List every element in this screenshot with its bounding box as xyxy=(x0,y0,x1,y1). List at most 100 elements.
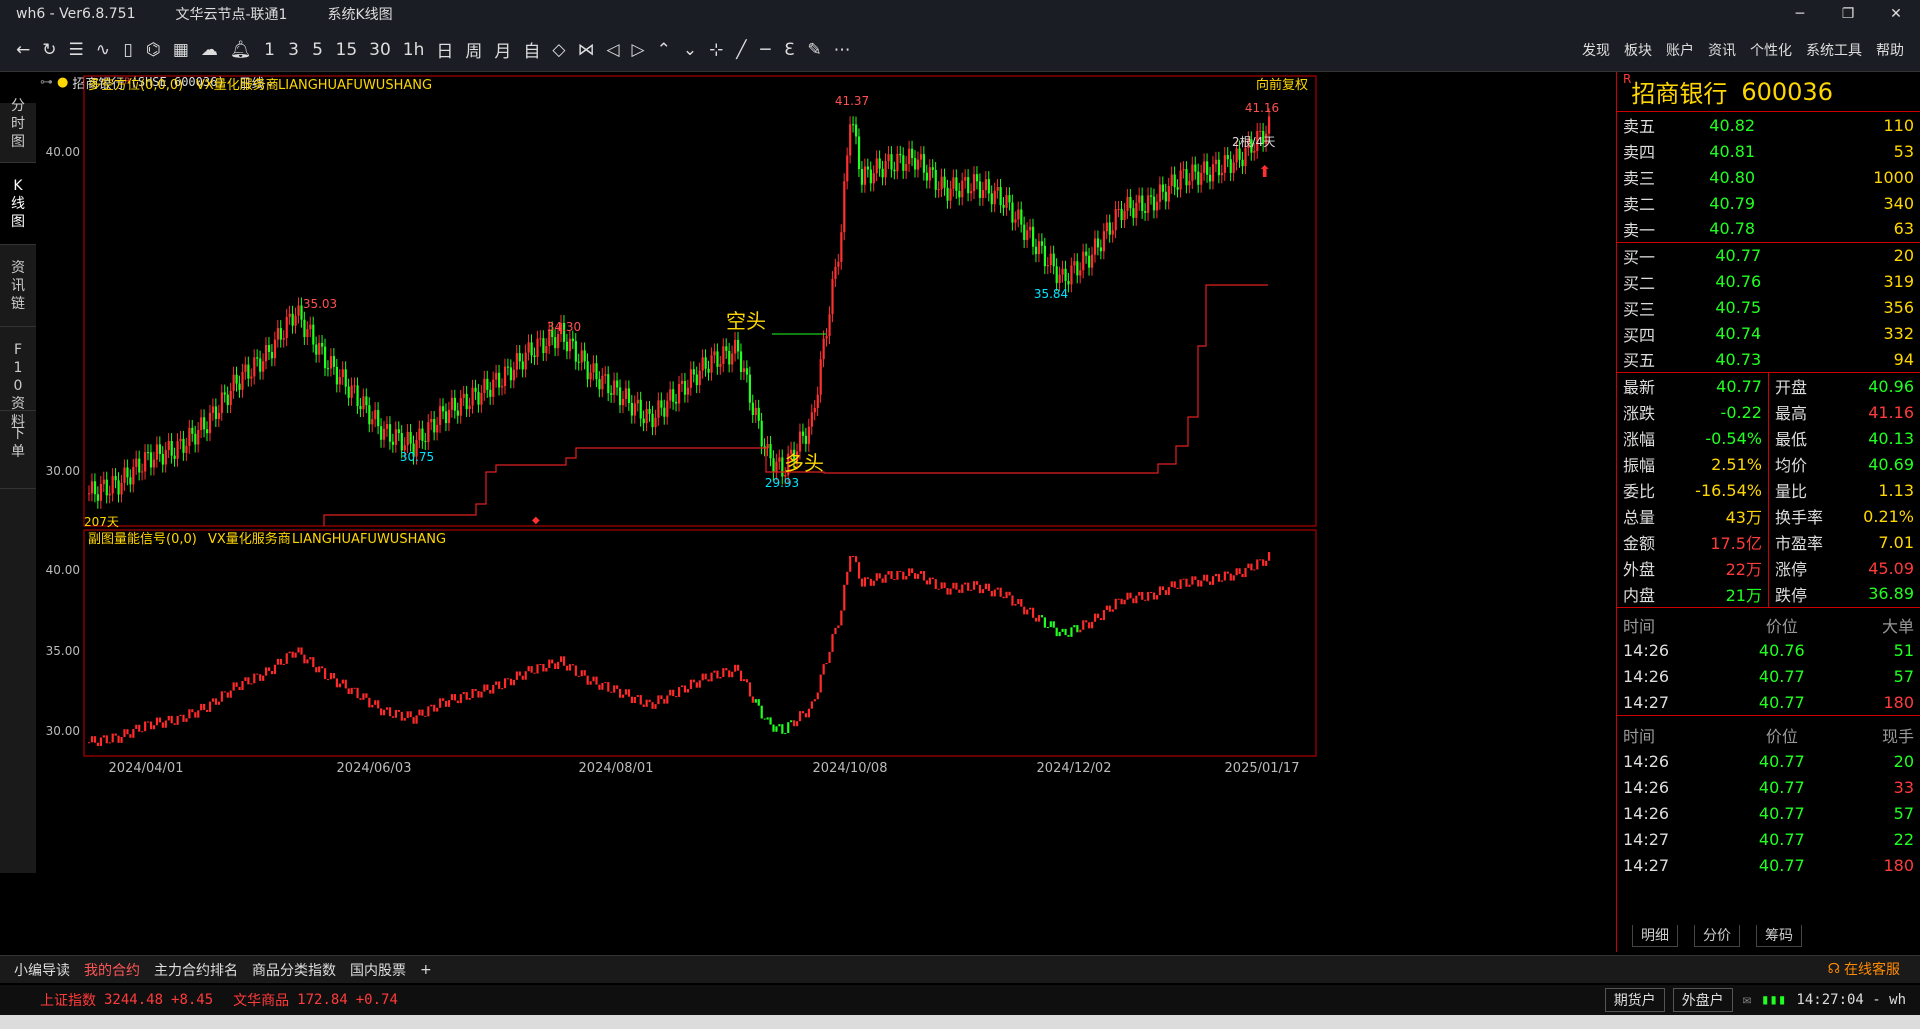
period-4-button[interactable]: 30 xyxy=(363,35,397,65)
sub-candle xyxy=(99,737,102,747)
online-service-button[interactable]: ☊ 在线客服 xyxy=(1828,955,1900,983)
mail-icon[interactable]: ✉ xyxy=(1743,992,1751,1008)
grid-icon[interactable]: ▦ xyxy=(167,35,195,65)
candle-body xyxy=(1085,251,1088,256)
cloud-icon[interactable]: ☁ xyxy=(195,35,224,65)
candle-icon[interactable]: ▯ xyxy=(116,35,140,65)
adjust-label[interactable]: 向前复权 xyxy=(1256,77,1308,93)
index-name[interactable]: 上证指数 xyxy=(40,990,96,1010)
period-6-button[interactable]: 日 xyxy=(430,35,459,65)
order-row[interactable]: 卖三 40.80 1000 xyxy=(1617,164,1920,190)
foreign-account-button[interactable]: 外盘户 xyxy=(1672,988,1733,1012)
candle-body xyxy=(958,190,961,198)
order-row[interactable]: 买二 40.76 319 xyxy=(1617,269,1920,295)
draw-line-icon[interactable]: ╱ xyxy=(729,35,753,65)
bottom-tab-5[interactable]: + xyxy=(420,962,432,978)
bottom-tab-1[interactable]: 我的合约 xyxy=(84,960,140,980)
line-chart-icon[interactable]: ∿ xyxy=(90,35,116,65)
stat-value: 45.09 xyxy=(1868,558,1914,578)
sub-candle xyxy=(565,665,569,671)
candle-body xyxy=(1008,195,1011,203)
candle-body xyxy=(383,428,386,440)
refresh-icon[interactable]: ↻ xyxy=(36,35,62,65)
left-tab-0[interactable]: 分时图 xyxy=(0,83,36,163)
eraser-icon[interactable]: ✎ xyxy=(801,35,827,65)
menu-item-4[interactable]: 个性化 xyxy=(1750,40,1792,60)
candle-body xyxy=(580,350,583,363)
order-row[interactable]: 买一 40.77 20 xyxy=(1617,243,1920,269)
sub-candle xyxy=(486,684,489,691)
menu-item-3[interactable]: 资讯 xyxy=(1708,40,1736,60)
indicator-icon[interactable]: ⌬ xyxy=(140,35,167,65)
sub-candle xyxy=(309,657,312,660)
kline-chart[interactable]: 多空方位(0,0,0) VX量化服务商 LIANGHUAFUWUSHANG 向前复权副… xyxy=(36,72,1616,952)
bottom-tab-4[interactable]: 国内股票 xyxy=(350,960,406,980)
order-row[interactable]: 卖二 40.79 340 xyxy=(1617,190,1920,216)
sub-candle xyxy=(135,724,138,729)
order-row[interactable]: 卖四 40.81 53 xyxy=(1617,138,1920,164)
order-row[interactable]: 买四 40.74 332 xyxy=(1617,321,1920,347)
close-icon[interactable]: ✕ xyxy=(1872,0,1920,28)
up-icon[interactable]: ⌃ xyxy=(651,35,677,65)
zoom-in-icon[interactable]: ◇ xyxy=(546,35,571,65)
sub-candle xyxy=(616,685,619,689)
bottom-tab-2[interactable]: 主力合约排名 xyxy=(154,960,238,980)
sub-indicator-name[interactable]: 副图量能信号(0,0) xyxy=(88,532,197,547)
main-indicator-name[interactable]: 多空方位(0,0,0) xyxy=(88,77,183,93)
sub-candle xyxy=(970,589,973,591)
left-tab-3[interactable]: F10资料 xyxy=(0,327,36,430)
order-row[interactable]: 买五 40.73 94 xyxy=(1617,347,1920,373)
period-2-button[interactable]: 5 xyxy=(306,35,330,65)
bottom-tab-0[interactable]: 小编导读 xyxy=(14,960,70,980)
sub-y-tick: 35.00 xyxy=(46,644,80,658)
order-row[interactable]: 卖五 40.82 110 xyxy=(1617,112,1920,138)
left-tab-2[interactable]: 资讯链 xyxy=(0,245,36,327)
back-icon[interactable]: ← xyxy=(10,35,36,65)
zoom-out-icon[interactable]: ⋈ xyxy=(571,35,600,65)
hline-icon[interactable]: ─ xyxy=(753,35,777,65)
list-icon[interactable]: ☰ xyxy=(63,35,90,65)
menu-item-1[interactable]: 板块 xyxy=(1624,40,1652,60)
menu-item-2[interactable]: 账户 xyxy=(1666,40,1694,60)
server-node[interactable]: 文华云节点-联通1 xyxy=(175,4,287,24)
quote-tab-0[interactable]: 明细 xyxy=(1632,925,1678,947)
next-icon[interactable]: ▷ xyxy=(626,35,651,65)
fib-icon[interactable]: Ɛ xyxy=(777,35,801,65)
more-icon[interactable]: ⋯ xyxy=(828,35,857,65)
period-0-button[interactable]: 1 xyxy=(258,35,282,65)
tick-header: 时间 价位 大单 xyxy=(1617,612,1920,638)
period-8-button[interactable]: 月 xyxy=(488,35,517,65)
quote-tab-1[interactable]: 分价 xyxy=(1694,925,1740,947)
down-icon[interactable]: ⌄ xyxy=(677,35,703,65)
left-tab-1[interactable]: K线图 xyxy=(0,163,36,245)
bell-icon[interactable]: 🔔︎ xyxy=(224,35,258,65)
commodity-name[interactable]: 文华商品 xyxy=(233,990,289,1010)
menu-item-6[interactable]: 帮助 xyxy=(1876,40,1904,60)
sub-candle xyxy=(459,694,462,704)
menu-item-5[interactable]: 系统工具 xyxy=(1806,40,1862,60)
sub-candle xyxy=(1020,599,1023,607)
sub-candle xyxy=(117,735,120,743)
sub-candle xyxy=(834,627,837,635)
candle-body xyxy=(627,388,631,404)
left-tab-4[interactable]: 下单 xyxy=(0,411,36,489)
order-row[interactable]: 卖一 40.78 63 xyxy=(1617,216,1920,242)
period-9-button[interactable]: 自 xyxy=(517,35,546,65)
maximize-icon[interactable]: ❐ xyxy=(1824,0,1872,28)
sub-candle xyxy=(1085,620,1088,623)
minimize-icon[interactable]: ─ xyxy=(1776,0,1824,28)
order-row[interactable]: 买三 40.75 356 xyxy=(1617,295,1920,321)
crosshair-icon[interactable]: ⊹ xyxy=(703,35,729,65)
menu-item-0[interactable]: 发现 xyxy=(1582,40,1610,60)
period-3-button[interactable]: 15 xyxy=(330,35,364,65)
period-1-button[interactable]: 3 xyxy=(282,35,306,65)
period-7-button[interactable]: 周 xyxy=(459,35,488,65)
sub-candle xyxy=(689,679,692,689)
sub-candle xyxy=(276,658,279,665)
period-5-button[interactable]: 1h xyxy=(397,35,431,65)
futures-account-button[interactable]: 期货户 xyxy=(1604,988,1665,1012)
prev-icon[interactable]: ◁ xyxy=(600,35,625,65)
bottom-tab-3[interactable]: 商品分类指数 xyxy=(252,960,336,980)
quote-tab-2[interactable]: 筹码 xyxy=(1756,925,1802,947)
candle-body xyxy=(651,413,654,428)
